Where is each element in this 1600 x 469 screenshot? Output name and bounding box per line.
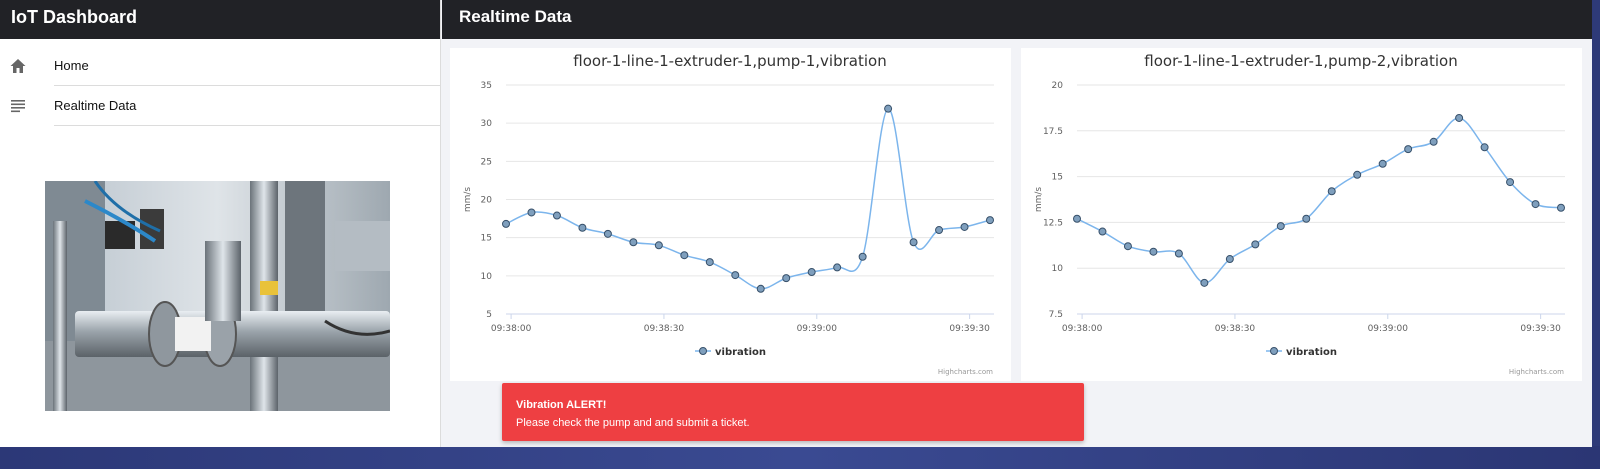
data-point: [1225, 255, 1234, 264]
y-tick-label: 30: [481, 119, 493, 129]
data-point: [858, 252, 867, 261]
y-axis-title: mm/s: [463, 187, 473, 213]
data-point: [1557, 203, 1565, 212]
data-point: [1506, 178, 1515, 187]
app-window: IoT Dashboard Home Realtime Data Realtim…: [0, 0, 1592, 447]
x-tick-label: 09:38:30: [644, 324, 685, 334]
data-point: [807, 268, 816, 277]
chart-title: floor-1-line-1-extruder-1,pump-2,vibrati…: [1144, 52, 1457, 70]
data-point: [629, 238, 638, 247]
data-point: [1149, 247, 1158, 256]
highcharts-credit: Highcharts.com: [938, 368, 993, 376]
y-tick-label: 10: [1052, 264, 1064, 274]
sidebar: IoT Dashboard Home Realtime Data: [0, 0, 441, 447]
y-tick-label: 7.5: [1049, 310, 1063, 320]
data-point: [935, 226, 944, 235]
data-point: [654, 241, 663, 250]
data-point: [1429, 137, 1438, 146]
industrial-pipes-image: [45, 181, 390, 411]
y-tick-label: 15: [481, 234, 492, 244]
x-tick-label: 09:38:00: [1062, 324, 1103, 334]
data-point: [960, 222, 969, 231]
x-tick-label: 09:39:30: [949, 324, 990, 334]
series-line-vibration: [1076, 117, 1562, 284]
data-point: [1123, 242, 1132, 251]
data-point: [705, 258, 714, 267]
sidebar-item-home[interactable]: Home: [0, 46, 440, 86]
highcharts-credit: Highcharts.com: [1509, 368, 1564, 376]
data-point: [1404, 145, 1413, 154]
y-tick-label: 20: [481, 196, 493, 206]
data-point: [1098, 227, 1107, 236]
vibration-chart-pump-1: floor-1-line-1-extruder-1,pump-1,vibrati…: [463, 52, 994, 376]
sidebar-item-label: Home: [54, 46, 440, 86]
y-tick-label: 15: [1052, 173, 1063, 183]
chart-card-pump-2: floor-1-line-1-extruder-1,pump-2,vibrati…: [1021, 48, 1582, 381]
alert-title: Vibration ALERT!: [516, 399, 607, 411]
x-tick-label: 09:39:30: [1520, 324, 1561, 334]
list-icon: [9, 97, 27, 115]
data-point: [1327, 187, 1336, 196]
data-point: [986, 216, 994, 225]
y-tick-label: 17.5: [1043, 127, 1063, 137]
data-point: [1200, 278, 1209, 287]
data-point: [782, 274, 791, 283]
data-point: [833, 263, 842, 272]
sidebar-item-label: Realtime Data: [54, 86, 440, 126]
y-tick-label: 10: [481, 272, 493, 282]
data-point: [527, 208, 536, 217]
data-point: [909, 238, 918, 247]
data-point: [1353, 170, 1362, 179]
data-point: [680, 251, 689, 260]
page-title: Realtime Data: [442, 0, 1592, 39]
app-title: IoT Dashboard: [0, 0, 440, 39]
legend-marker: [1270, 347, 1278, 355]
y-tick-label: 35: [481, 81, 492, 91]
chart-title: floor-1-line-1-extruder-1,pump-1,vibrati…: [573, 52, 886, 70]
y-tick-label: 20: [1052, 81, 1064, 91]
x-tick-label: 09:38:30: [1215, 324, 1256, 334]
legend-label: vibration: [1286, 347, 1337, 358]
data-point: [731, 271, 740, 280]
home-icon: [9, 57, 27, 75]
data-point: [502, 219, 510, 228]
data-point: [603, 229, 612, 238]
alert-message: Please check the pump and and submit a t…: [516, 417, 750, 429]
data-point: [1251, 240, 1260, 249]
data-point: [1302, 214, 1311, 223]
chart-card-pump-1: floor-1-line-1-extruder-1,pump-1,vibrati…: [450, 48, 1011, 381]
x-tick-label: 09:38:00: [491, 324, 532, 334]
data-point: [578, 223, 587, 232]
legend-label: vibration: [715, 347, 766, 358]
main-content: Realtime Data floor-1-line-1-extruder-1,…: [442, 0, 1592, 447]
sidebar-item-realtime-data[interactable]: Realtime Data: [0, 86, 440, 126]
data-point: [1276, 222, 1285, 231]
data-point: [552, 211, 561, 220]
data-point: [1073, 214, 1081, 223]
data-point: [884, 104, 893, 113]
x-tick-label: 09:39:00: [1368, 324, 1409, 334]
data-point: [1455, 113, 1464, 122]
data-point: [1531, 200, 1540, 209]
y-tick-label: 12.5: [1043, 218, 1063, 228]
data-point: [756, 284, 765, 293]
y-axis-title: mm/s: [1034, 187, 1044, 213]
vibration-alert-toast[interactable]: Vibration ALERT! Please check the pump a…: [502, 383, 1084, 441]
y-tick-label: 25: [481, 157, 492, 167]
data-point: [1378, 159, 1387, 168]
legend-marker: [699, 347, 707, 355]
vibration-chart-pump-2: floor-1-line-1-extruder-1,pump-2,vibrati…: [1034, 52, 1565, 376]
series-line-vibration: [505, 107, 991, 290]
y-tick-label: 5: [486, 310, 492, 320]
x-tick-label: 09:39:00: [797, 324, 838, 334]
data-point: [1480, 143, 1489, 152]
desktop-background: [0, 446, 1600, 469]
data-point: [1174, 249, 1183, 258]
